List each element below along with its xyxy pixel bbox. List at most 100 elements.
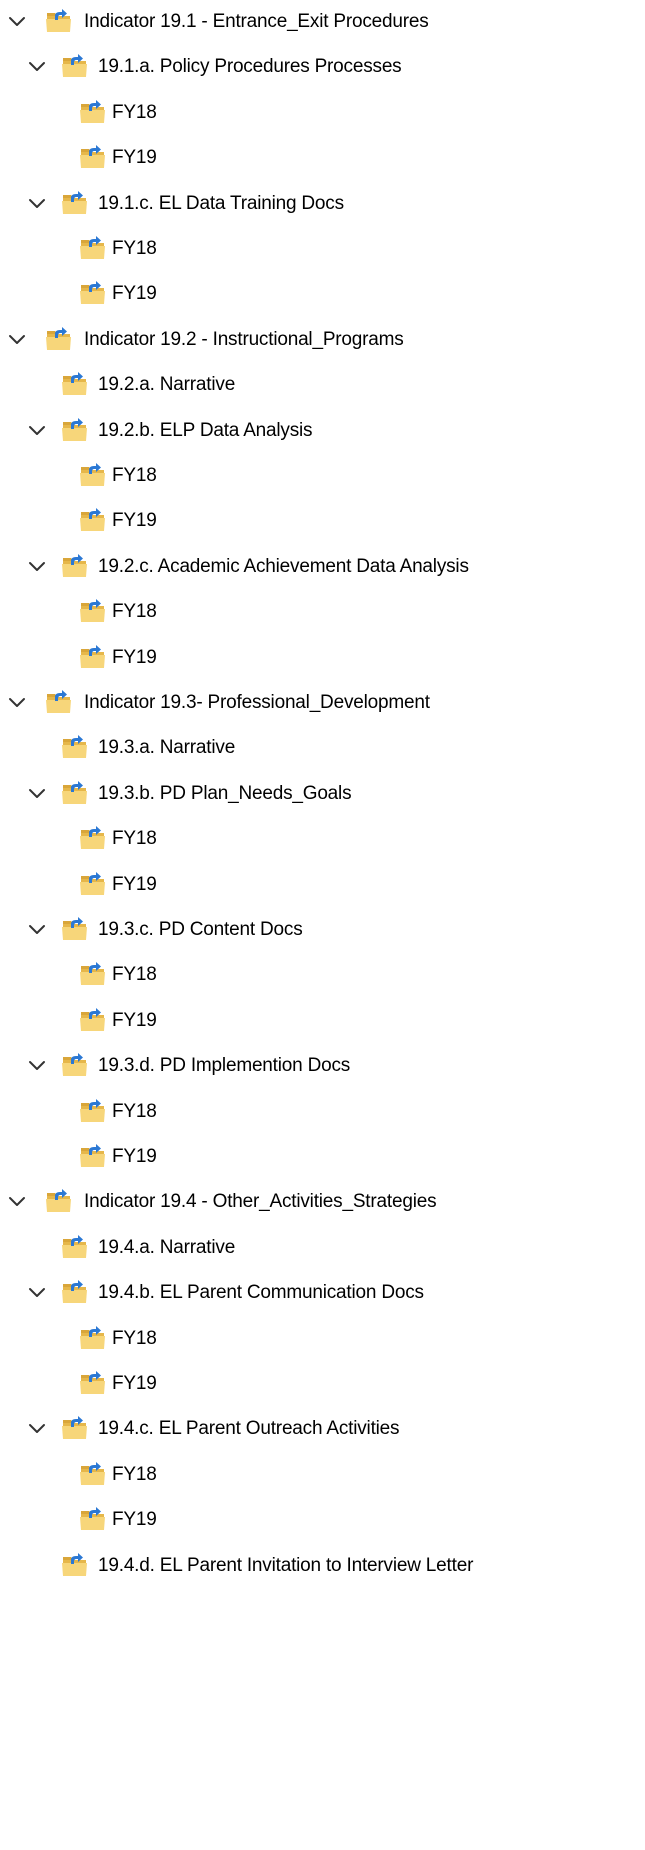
shared-folder-icon — [62, 54, 87, 78]
shared-folder-icon — [62, 1234, 87, 1258]
tree-item-label: FY18 — [112, 828, 157, 850]
tree-item[interactable]: FY18 — [0, 1092, 645, 1132]
shared-folder-icon — [62, 917, 87, 940]
tree-item-label: FY19 — [112, 283, 157, 305]
tree-item[interactable]: FY18 — [0, 229, 645, 269]
shared-folder-icon — [80, 1371, 105, 1394]
tree-item[interactable]: FY19 — [0, 274, 645, 314]
folder-tree: Indicator 19.1 - Entrance_Exit Procedure… — [0, 0, 645, 1850]
tree-item[interactable]: FY18 — [0, 1319, 645, 1359]
chevron-down-icon[interactable] — [6, 10, 28, 32]
tree-item[interactable]: FY19 — [0, 1137, 645, 1177]
tree-item[interactable]: FY18 — [0, 819, 645, 859]
shared-folder-icon — [46, 326, 71, 350]
chevron-down-icon[interactable] — [6, 328, 28, 350]
shared-folder-icon — [80, 99, 105, 123]
shared-folder-icon — [80, 826, 105, 850]
tree-item-label: FY19 — [112, 1509, 157, 1531]
tree-item[interactable]: FY18 — [0, 955, 645, 995]
tree-item-label: 19.2.b. ELP Data Analysis — [98, 419, 313, 441]
tree-item[interactable]: 19.2.a. Narrative — [0, 365, 645, 405]
tree-item-label: Indicator 19.2 - Instructional_Programs — [84, 328, 404, 350]
shared-folder-icon — [62, 780, 87, 804]
tree-item[interactable]: 19.1.c. EL Data Training Docs — [0, 184, 645, 224]
tree-item[interactable]: 19.1.a. Policy Procedures Processes — [0, 47, 645, 87]
chevron-down-icon[interactable] — [26, 555, 48, 577]
shared-folder-icon — [80, 1144, 105, 1167]
shared-folder-icon — [80, 599, 105, 623]
tree-item-label: Indicator 19.4 - Other_Activities_Strate… — [84, 1191, 437, 1213]
tree-item-label: 19.1.c. EL Data Training Docs — [98, 192, 344, 214]
tree-item[interactable]: 19.2.b. ELP Data Analysis — [0, 411, 645, 451]
tree-item[interactable]: 19.4.a. Narrative — [0, 1228, 645, 1268]
chevron-down-icon[interactable] — [26, 55, 48, 77]
shared-folder-icon — [46, 9, 71, 32]
tree-item[interactable]: Indicator 19.4 - Other_Activities_Strate… — [0, 1182, 645, 1222]
chevron-down-icon[interactable] — [6, 691, 28, 713]
tree-item[interactable]: 19.3.d. PD Implemention Docs — [0, 1046, 645, 1086]
tree-item[interactable]: 19.3.c. PD Content Docs — [0, 910, 645, 950]
shared-folder-icon — [80, 145, 105, 169]
chevron-down-icon[interactable] — [26, 1281, 48, 1303]
chevron-down-icon[interactable] — [26, 1417, 48, 1439]
chevron-down-icon[interactable] — [6, 1190, 28, 1212]
tree-item-label: FY18 — [112, 465, 157, 486]
shared-folder-icon — [80, 463, 105, 486]
tree-item[interactable]: 19.4.d. EL Parent Invitation to Intervie… — [0, 1546, 645, 1586]
shared-folder-icon — [62, 417, 87, 441]
shared-folder-icon — [80, 508, 105, 532]
tree-item-label: FY18 — [112, 1327, 157, 1349]
tree-item-label: FY19 — [112, 1373, 157, 1394]
chevron-down-icon[interactable] — [26, 782, 48, 804]
tree-item[interactable]: FY19 — [0, 501, 645, 541]
tree-item[interactable]: FY19 — [0, 1001, 645, 1041]
tree-item-label: Indicator 19.1 - Entrance_Exit Procedure… — [84, 11, 429, 32]
tree-item-label: FY18 — [112, 1463, 157, 1485]
tree-item-label: Indicator 19.3- Professional_Development — [84, 692, 430, 713]
shared-folder-icon — [62, 735, 87, 759]
shared-folder-icon — [62, 553, 87, 577]
tree-item[interactable]: FY18 — [0, 93, 645, 133]
chevron-down-icon[interactable] — [26, 192, 48, 214]
tree-item[interactable]: FY19 — [0, 1364, 645, 1404]
tree-item-label: 19.3.a. Narrative — [98, 737, 236, 759]
shared-folder-icon — [46, 690, 71, 713]
tree-item[interactable]: 19.2.c. Academic Achievement Data Analys… — [0, 547, 645, 587]
tree-item[interactable]: FY19 — [0, 138, 645, 178]
chevron-down-icon[interactable] — [26, 1054, 48, 1076]
tree-item-label: FY19 — [112, 1009, 157, 1031]
tree-item[interactable]: Indicator 19.2 - Instructional_Programs — [0, 320, 645, 360]
tree-item[interactable]: FY18 — [0, 592, 645, 632]
tree-item[interactable]: 19.4.b. EL Parent Communication Docs — [0, 1273, 645, 1313]
shared-folder-icon — [80, 1461, 105, 1485]
shared-folder-icon — [62, 1280, 87, 1304]
tree-item-label: 19.2.c. Academic Achievement Data Analys… — [98, 555, 469, 577]
tree-item-label: FY18 — [112, 238, 157, 259]
shared-folder-icon — [62, 190, 87, 214]
tree-item-label: FY18 — [112, 101, 157, 123]
tree-item-label: 19.4.d. EL Parent Invitation to Intervie… — [98, 1554, 474, 1576]
tree-item-label: FY18 — [112, 601, 157, 623]
chevron-down-icon[interactable] — [26, 419, 48, 441]
tree-item[interactable]: FY19 — [0, 638, 645, 678]
tree-item[interactable]: FY19 — [0, 865, 645, 905]
tree-item[interactable]: FY18 — [0, 1455, 645, 1495]
tree-item[interactable]: FY18 — [0, 456, 645, 496]
shared-folder-icon — [80, 644, 105, 668]
tree-item[interactable]: 19.3.a. Narrative — [0, 728, 645, 768]
tree-item[interactable]: FY19 — [0, 1500, 645, 1540]
tree-item[interactable]: Indicator 19.1 - Entrance_Exit Procedure… — [0, 2, 645, 42]
chevron-down-icon[interactable] — [26, 918, 48, 940]
tree-item-label: FY18 — [112, 1100, 157, 1122]
tree-item-label: 19.3.b. PD Plan_Needs_Goals — [98, 782, 352, 804]
tree-item-label: 19.2.a. Narrative — [98, 374, 236, 396]
shared-folder-icon — [80, 962, 105, 986]
shared-folder-icon — [80, 1507, 105, 1531]
tree-item[interactable]: Indicator 19.3- Professional_Development — [0, 683, 645, 723]
shared-folder-icon — [80, 1325, 105, 1349]
shared-folder-icon — [80, 871, 105, 895]
tree-item[interactable]: 19.3.b. PD Plan_Needs_Goals — [0, 774, 645, 814]
tree-item[interactable]: 19.4.c. EL Parent Outreach Activities — [0, 1409, 645, 1449]
tree-item-label: 19.3.d. PD Implemention Docs — [98, 1055, 351, 1077]
tree-item-label: FY19 — [112, 510, 157, 532]
